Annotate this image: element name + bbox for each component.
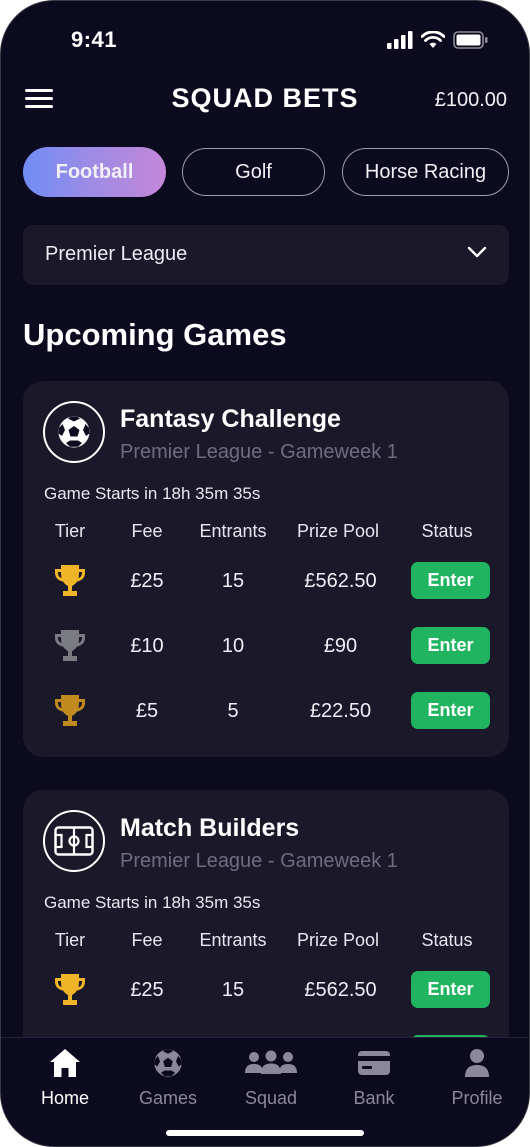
- wifi-icon: [420, 30, 446, 54]
- tab-football[interactable]: Football: [23, 147, 166, 197]
- prize-pool-value: £562.50: [304, 979, 377, 1001]
- column-tier: Tier: [54, 930, 86, 950]
- table-row: £5 5 £22.50 Enter: [23, 691, 509, 731]
- table-row: £10 10 £90 Enter: [23, 626, 509, 666]
- soccer-ball-icon: [43, 401, 105, 463]
- fee-value: £25: [130, 979, 164, 1001]
- column-prize-pool: Prize Pool: [296, 930, 380, 950]
- column-status: Status: [421, 521, 473, 541]
- league-dropdown-value: Premier League: [45, 243, 188, 265]
- signal-icon: [387, 31, 413, 54]
- game-start-countdown: Game Starts in 18h 35m 35s: [44, 484, 261, 503]
- prize-pool-value: £90: [323, 635, 358, 657]
- chevron-down-icon: [467, 245, 487, 264]
- column-entrants: Entrants: [199, 930, 267, 950]
- enter-button[interactable]: Enter: [411, 627, 490, 664]
- enter-button[interactable]: Enter: [411, 971, 490, 1008]
- bronze-trophy-icon: [53, 693, 87, 734]
- game-subtitle: Premier League - Gameweek 1: [120, 441, 398, 463]
- entrants-value: 15: [221, 570, 245, 592]
- prize-pool-value: £22.50: [309, 700, 372, 722]
- phone-screen: 9:41 SQUAD BETS £100.00 Football Golf Ho…: [0, 0, 530, 1147]
- league-dropdown[interactable]: Premier League: [23, 225, 509, 285]
- fee-value: £25: [130, 570, 164, 592]
- game-title: Match Builders: [120, 814, 300, 842]
- column-prize-pool: Prize Pool: [296, 521, 380, 541]
- nav-games[interactable]: Games: [118, 1038, 218, 1118]
- fee-value: £10: [130, 635, 164, 657]
- enter-button[interactable]: Enter: [411, 692, 490, 729]
- tab-golf[interactable]: Golf: [182, 148, 325, 196]
- app-header: SQUAD BETS £100.00: [1, 71, 529, 127]
- enter-button[interactable]: Enter: [411, 562, 490, 599]
- nav-games-label: Games: [138, 1088, 198, 1108]
- nav-profile-label: Profile: [451, 1088, 503, 1108]
- profile-icon: [427, 1046, 527, 1080]
- prize-pool-value: £562.50: [304, 570, 377, 592]
- tab-horse-racing[interactable]: Horse Racing: [342, 148, 509, 196]
- games-icon: [118, 1046, 218, 1080]
- entrants-value: 5: [227, 700, 239, 722]
- game-title: Fantasy Challenge: [120, 405, 341, 433]
- column-entrants: Entrants: [199, 521, 267, 541]
- home-icon: [15, 1046, 115, 1080]
- status-bar: 9:41: [1, 1, 529, 71]
- pitch-icon: [43, 810, 105, 872]
- entrants-value: 15: [221, 979, 245, 1001]
- nav-squad[interactable]: Squad: [221, 1038, 321, 1118]
- fee-value: £5: [135, 700, 159, 722]
- account-balance: £100.00: [434, 89, 507, 111]
- home-indicator: [166, 1130, 364, 1136]
- nav-bank[interactable]: Bank: [324, 1038, 424, 1118]
- column-status: Status: [421, 930, 473, 950]
- entrants-value: 10: [221, 635, 245, 657]
- nav-bank-label: Bank: [353, 1088, 395, 1108]
- table-row: £25 15 £562.50 Enter: [23, 970, 509, 1010]
- game-card-fantasy-challenge: Fantasy Challenge Premier League - Gamew…: [23, 381, 509, 757]
- gold-trophy-icon: [53, 563, 87, 604]
- section-title: Upcoming Games: [23, 317, 287, 352]
- column-fee: Fee: [131, 521, 163, 541]
- nav-profile[interactable]: Profile: [427, 1038, 527, 1118]
- game-start-countdown: Game Starts in 18h 35m 35s: [44, 893, 261, 912]
- nav-home[interactable]: Home: [15, 1038, 115, 1118]
- nav-home-label: Home: [40, 1088, 89, 1108]
- table-row: £25 15 £562.50 Enter: [23, 561, 509, 601]
- status-time: 9:41: [71, 27, 118, 52]
- silver-trophy-icon: [53, 628, 87, 669]
- game-subtitle: Premier League - Gameweek 1: [120, 850, 398, 872]
- status-icons: [387, 30, 489, 54]
- nav-squad-label: Squad: [244, 1088, 298, 1108]
- gold-trophy-icon: [53, 972, 87, 1013]
- bank-icon: [324, 1046, 424, 1080]
- squad-icon: [221, 1046, 321, 1080]
- sport-tabs: Football Golf Horse Racing: [23, 147, 509, 197]
- column-tier: Tier: [54, 521, 86, 541]
- battery-icon: [453, 31, 489, 54]
- column-fee: Fee: [131, 930, 163, 950]
